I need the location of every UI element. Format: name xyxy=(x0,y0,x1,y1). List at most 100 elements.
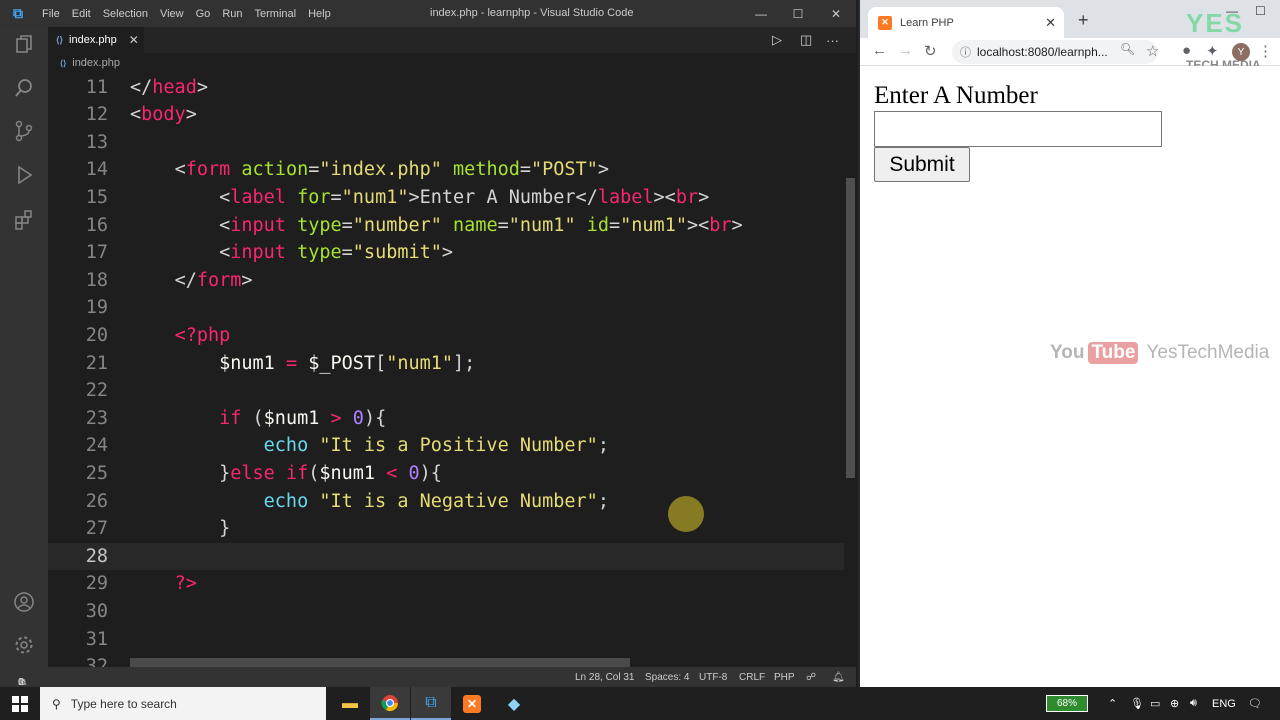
menu-go[interactable]: Go xyxy=(190,8,217,20)
code-line[interactable]: 28 xyxy=(48,542,844,571)
chrome-taskbar-icon[interactable] xyxy=(370,687,410,720)
explorer-icon[interactable] xyxy=(12,33,36,57)
battery-indicator[interactable]: 68% xyxy=(1046,695,1088,712)
code-text[interactable]: <form action="index.php" method="POST"> xyxy=(130,156,609,184)
search-icon[interactable] xyxy=(12,76,36,100)
cursor-position[interactable]: Ln 28, Col 31 xyxy=(575,672,635,683)
vscode-taskbar-icon[interactable]: ⧉ xyxy=(411,687,451,720)
notification-center-icon[interactable]: 🗨︎ xyxy=(1248,687,1262,720)
code-text[interactable]: } xyxy=(130,515,230,543)
menu-terminal[interactable]: Terminal xyxy=(249,8,303,20)
indentation[interactable]: Spaces: 4 xyxy=(645,672,689,683)
submit-button[interactable]: Submit xyxy=(874,147,970,182)
run-debug-icon[interactable] xyxy=(12,163,36,187)
tab-index-php[interactable]: ⟨⟩ index.php ✕ xyxy=(48,27,144,53)
line-ending[interactable]: CRLF xyxy=(739,672,765,683)
menu-edit[interactable]: Edit xyxy=(66,8,97,20)
code-line[interactable]: 27 } xyxy=(48,515,844,543)
run-file-icon[interactable]: ▷ xyxy=(772,27,782,53)
encoding[interactable]: UTF-8 xyxy=(699,672,727,683)
windows-start-icon[interactable] xyxy=(0,687,40,720)
code-line[interactable]: 13 xyxy=(48,129,844,157)
code-text[interactable]: ?> xyxy=(130,570,197,598)
code-text[interactable]: }else if($num1 < 0){ xyxy=(130,460,442,488)
new-tab-plus-icon[interactable]: + xyxy=(1078,10,1089,31)
code-text[interactable]: <input type="submit"> xyxy=(130,239,453,267)
code-line[interactable]: 23 if ($num1 > 0){ xyxy=(48,405,844,433)
code-text[interactable]: <label for="num1">Enter A Number</label>… xyxy=(130,184,709,212)
code-line[interactable]: 31 xyxy=(48,626,844,654)
language-mode[interactable]: PHP xyxy=(774,672,795,683)
code-line[interactable]: 20 <?php xyxy=(48,322,844,350)
scroll-thumb[interactable] xyxy=(846,178,855,478)
bookmark-star-icon[interactable]: ☆ xyxy=(1146,42,1159,60)
code-text[interactable]: <?php xyxy=(130,322,231,350)
browser-minimize-icon[interactable]: — xyxy=(1226,4,1238,18)
breadcrumb[interactable]: ⟨⟩ index.php xyxy=(48,53,856,73)
extension-icon[interactable]: ● xyxy=(1182,42,1191,59)
code-line[interactable]: 19 xyxy=(48,294,844,322)
url-text[interactable]: localhost:8080/learnph... xyxy=(977,45,1108,59)
tray-overflow-icon[interactable]: ⌃ xyxy=(1108,687,1117,720)
menu-help[interactable]: Help xyxy=(302,8,337,20)
code-line[interactable]: 29 ?> xyxy=(48,570,844,598)
code-text[interactable]: echo "It is a Negative Number"; xyxy=(130,488,609,516)
browser-maximize-icon[interactable]: ☐ xyxy=(1255,4,1266,18)
globe-icon[interactable]: ⊕ xyxy=(1170,687,1179,720)
menu-selection[interactable]: Selection xyxy=(97,8,154,20)
code-line[interactable]: 14 <form action="index.php" method="POST… xyxy=(48,156,844,184)
app-taskbar-icon[interactable]: ◆ xyxy=(494,687,534,720)
code-text[interactable]: if ($num1 > 0){ xyxy=(130,405,386,433)
code-line[interactable]: 30 xyxy=(48,598,844,626)
code-line[interactable]: 12 <body> xyxy=(48,101,844,129)
settings-gear-icon[interactable] xyxy=(12,633,36,657)
source-control-icon[interactable] xyxy=(12,119,36,143)
code-text[interactable]: <input type="number" name="num1" id="num… xyxy=(130,212,743,240)
file-explorer-icon[interactable]: ▬ xyxy=(330,687,370,720)
code-text[interactable]: <body> xyxy=(130,101,197,129)
close-tab-icon[interactable]: ✕ xyxy=(129,33,139,47)
account-icon[interactable] xyxy=(12,590,36,614)
maximize-icon[interactable]: ☐ xyxy=(779,0,817,27)
code-line[interactable]: 21 $num1 = $_POST["num1"]; xyxy=(48,350,844,378)
breadcrumb-file[interactable]: index.php xyxy=(72,57,120,69)
code-line[interactable]: 26 echo "It is a Negative Number"; xyxy=(48,488,844,516)
back-arrow-icon[interactable]: ← xyxy=(872,42,887,59)
code-text[interactable]: </form> xyxy=(130,267,253,295)
feedback-icon[interactable]: ☍ xyxy=(806,672,816,683)
code-line[interactable]: 15 <label for="num1">Enter A Number</lab… xyxy=(48,184,844,212)
horizontal-scrollbar[interactable] xyxy=(130,658,630,667)
code-text[interactable]: echo "It is a Positive Number"; xyxy=(130,432,609,460)
forward-arrow-icon[interactable]: → xyxy=(898,42,913,59)
minimize-icon[interactable]: — xyxy=(742,0,780,27)
browser-tab[interactable]: ✕ Learn PHP ✕ xyxy=(868,7,1064,38)
more-actions-icon[interactable]: ··· xyxy=(826,27,839,53)
code-editor[interactable]: 32 31 30 29 ?> 28 27 } 26 echo "It is a Negati… xyxy=(48,73,844,667)
menu-file[interactable]: File xyxy=(36,8,66,20)
reload-icon[interactable]: ↻ xyxy=(924,42,937,60)
microphone-icon[interactable]: 🎙︎ xyxy=(1130,687,1144,720)
notifications-bell-icon[interactable]: 🔔︎ xyxy=(832,672,845,683)
code-line[interactable]: 22 xyxy=(48,377,844,405)
code-text[interactable]: </head> xyxy=(130,74,208,102)
code-line[interactable]: 25 }else if($num1 < 0){ xyxy=(48,460,844,488)
close-browser-tab-icon[interactable]: ✕ xyxy=(1045,15,1056,31)
network-icon[interactable]: ▭ xyxy=(1150,687,1160,720)
vertical-scrollbar[interactable] xyxy=(844,73,856,667)
code-text[interactable]: $num1 = $_POST["num1"]; xyxy=(130,350,475,378)
site-info-icon[interactable]: ⓘ xyxy=(960,44,971,60)
code-line[interactable]: 16 <input type="number" name="num1" id="… xyxy=(48,212,844,240)
menu-view[interactable]: View xyxy=(154,8,190,20)
split-editor-icon[interactable]: ◫ xyxy=(800,27,812,53)
number-input[interactable] xyxy=(874,111,1162,147)
extensions-icon[interactable] xyxy=(12,207,36,231)
language-indicator[interactable]: ENG xyxy=(1212,687,1236,720)
xampp-taskbar-icon[interactable]: ✕ xyxy=(452,687,492,720)
close-window-icon[interactable]: ✕ xyxy=(817,0,855,27)
menu-run[interactable]: Run xyxy=(216,8,248,20)
volume-icon[interactable]: 🔊︎ xyxy=(1190,687,1197,720)
code-line[interactable]: 11 </head> xyxy=(48,74,844,102)
zoom-icon[interactable]: 🔍︎ xyxy=(1120,42,1135,56)
taskbar-search[interactable]: ⚲ Type here to search xyxy=(40,687,326,720)
code-line[interactable]: 17 <input type="submit"> xyxy=(48,239,844,267)
